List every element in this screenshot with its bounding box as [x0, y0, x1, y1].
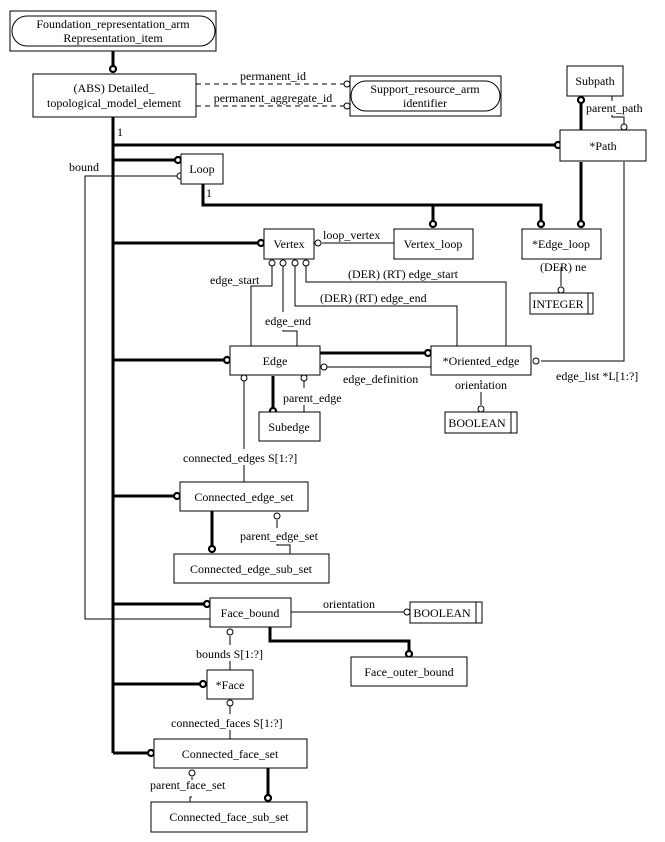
label-bounds: bounds S[1:?]: [196, 647, 263, 661]
relationship-lines: [84, 51, 625, 802]
entity-edge-loop[interactable]: *Edge_loop: [521, 228, 602, 260]
entity-connected-edge-set[interactable]: Connected_edge_set: [179, 481, 309, 512]
entity-label-line1: Foundation_representation_arm: [36, 17, 190, 31]
label-edge-end: edge_end: [265, 314, 311, 328]
entity-label: Loop: [189, 162, 214, 176]
label-cardinality-1: 1: [117, 125, 123, 139]
entity-face-bound[interactable]: Face_bound: [209, 597, 292, 628]
label-der-edge-start: (DER) (RT) edge_start: [348, 267, 459, 281]
entity-path[interactable]: *Path: [559, 129, 647, 162]
entity-label: Connected_face_set: [182, 747, 279, 761]
label-der-ne: (DER) ne: [540, 260, 586, 274]
type-label: BOOLEAN: [413, 606, 471, 620]
entity-connected-face-set[interactable]: Connected_face_set: [153, 738, 308, 769]
label-edge-definition: edge_definition: [343, 372, 418, 386]
entity-label: Face_outer_bound: [364, 665, 453, 679]
entity-vertex[interactable]: Vertex: [263, 228, 315, 260]
entity-foundation-representation-item[interactable]: Foundation_representation_arm Representa…: [9, 10, 217, 52]
type-label: INTEGER: [532, 297, 583, 311]
label-orientation: orientation: [455, 378, 507, 392]
entity-label: Subedge: [268, 420, 309, 434]
entity-loop[interactable]: Loop: [180, 153, 224, 185]
type-boolean-orientation[interactable]: BOOLEAN: [444, 411, 518, 434]
entity-connected-edge-sub-set[interactable]: Connected_edge_sub_set: [173, 553, 330, 584]
label-face-orientation: orientation: [323, 597, 375, 611]
label-edge-list: edge_list *L[1:?]: [556, 369, 638, 383]
label-parent-edge: parent_edge: [283, 391, 342, 405]
entity-label: Connected_edge_set: [194, 490, 294, 504]
label-cardinality-1-loop: 1: [206, 186, 212, 200]
entity-label: Face_bound: [221, 606, 280, 620]
entity-face[interactable]: *Face: [206, 669, 254, 700]
entity-label: *Face: [216, 678, 245, 692]
entity-label-line2: identifier: [403, 96, 447, 110]
entity-label: *Oriented_edge: [443, 354, 520, 368]
entity-label-line1: (ABS) Detailed_: [74, 81, 156, 95]
entity-label: Vertex_loop: [404, 237, 463, 251]
label-parent-edge-set: parent_edge_set: [240, 529, 319, 543]
entity-vertex-loop[interactable]: Vertex_loop: [393, 228, 474, 260]
entity-label-line1: Support_resource_arm: [370, 82, 480, 96]
entity-subpath[interactable]: Subpath: [566, 65, 624, 97]
express-g-diagram: Foundation_representation_arm Representa…: [9, 10, 647, 833]
label-permanent-id: permanent_id: [240, 69, 306, 83]
entity-edge[interactable]: Edge: [229, 345, 321, 376]
label-loop-vertex: loop_vertex: [323, 228, 380, 242]
entity-label: Subpath: [575, 74, 614, 88]
entity-label: *Edge_loop: [532, 237, 590, 251]
entity-face-outer-bound[interactable]: Face_outer_bound: [350, 656, 468, 687]
entity-label: Connected_face_sub_set: [169, 810, 289, 824]
label-edge-start: edge_start: [210, 273, 260, 287]
entity-detailed-topological-model-element[interactable]: (ABS) Detailed_ topological_model_elemen…: [32, 73, 197, 118]
entity-support-resource-identifier[interactable]: Support_resource_arm identifier: [349, 75, 502, 117]
label-connected-faces: connected_faces S[1:?]: [171, 716, 283, 730]
label-parent-face-set: parent_face_set: [150, 778, 226, 792]
entity-oriented-edge[interactable]: *Oriented_edge: [430, 345, 532, 376]
entity-subedge[interactable]: Subedge: [258, 411, 321, 442]
label-bound: bound: [69, 160, 99, 174]
entity-label: *Path: [589, 139, 616, 153]
entity-label: Connected_edge_sub_set: [190, 562, 313, 576]
type-integer[interactable]: INTEGER: [529, 292, 594, 315]
entity-label: Edge: [263, 354, 288, 368]
type-label: BOOLEAN: [448, 416, 506, 430]
entity-label-line2: topological_model_element: [47, 96, 182, 110]
type-boolean-face-orientation[interactable]: BOOLEAN: [409, 601, 483, 624]
label-permanent-aggregate-id: permanent_aggregate_id: [214, 91, 333, 105]
label-der-edge-end: (DER) (RT) edge_end: [320, 291, 427, 305]
entity-label-line2: Representation_item: [63, 31, 163, 45]
label-parent-path: parent_path: [586, 101, 643, 115]
entity-connected-face-sub-set[interactable]: Connected_face_sub_set: [150, 801, 308, 833]
entity-label: Vertex: [273, 237, 304, 251]
label-connected-edges: connected_edges S[1:?]: [183, 451, 297, 465]
